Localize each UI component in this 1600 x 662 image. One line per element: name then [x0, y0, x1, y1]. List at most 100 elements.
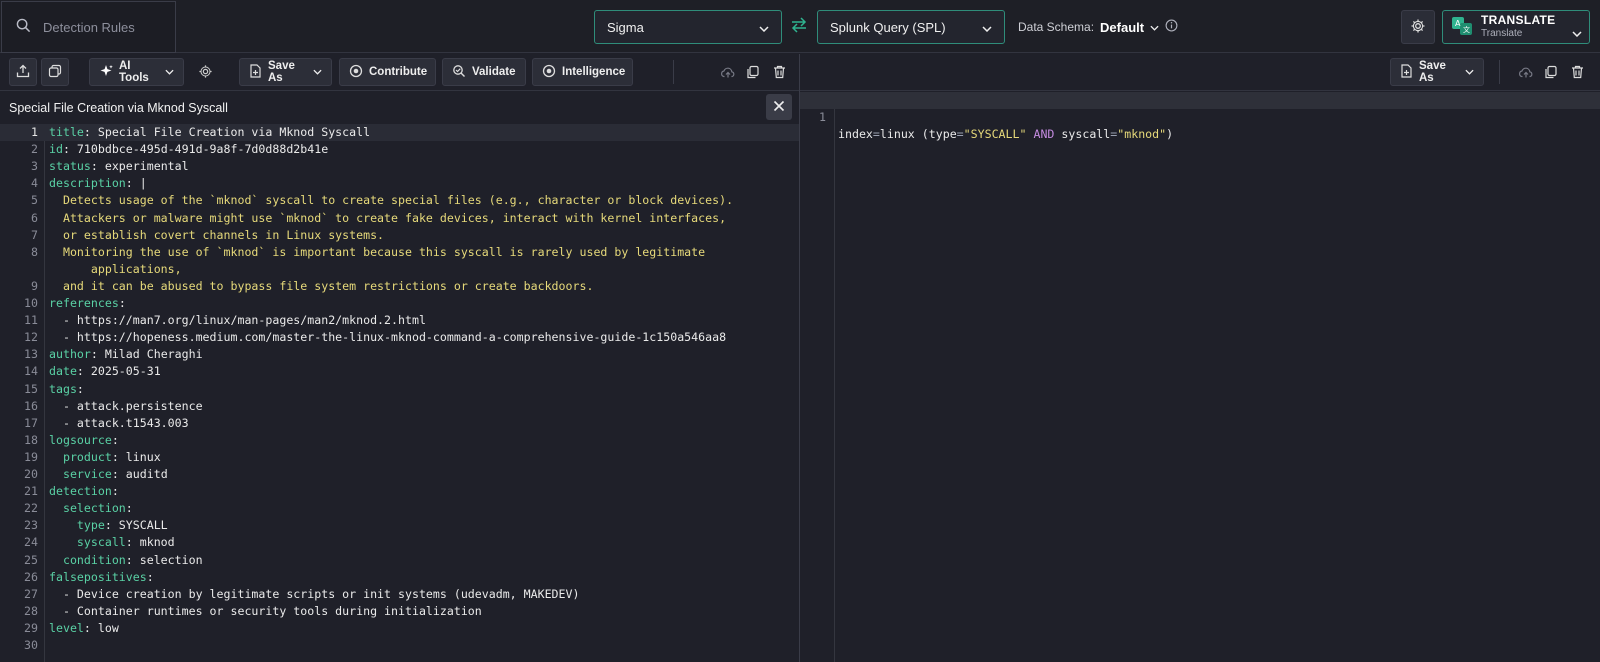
gear-icon	[1410, 18, 1426, 37]
source-language-select[interactable]: Sigma	[594, 10, 782, 44]
yaml-key: detection	[49, 484, 112, 499]
code-line: 12 - https://hopeness.medium.com/master-…	[0, 329, 799, 346]
code-line: 8 Monitoring the use of `mknod` is impor…	[0, 244, 799, 261]
delete-button[interactable]	[770, 64, 788, 82]
ai-tools-button[interactable]: AI Tools	[89, 58, 184, 86]
chevron-down-icon[interactable]	[1572, 25, 1582, 40]
code-line: applications,	[0, 261, 799, 278]
copy-icon	[746, 65, 760, 82]
chevron-down-icon	[1465, 66, 1474, 78]
line-number: 30	[24, 638, 38, 652]
output-delete-button[interactable]	[1568, 64, 1586, 82]
yaml-value: Detects usage of the `mknod` syscall to …	[49, 193, 734, 208]
source-code-editor[interactable]: 1 title: Special File Creation via Mknod …	[0, 124, 799, 662]
line-number: 27	[24, 586, 38, 601]
line-code: tags:	[49, 381, 84, 398]
line-code: syscall: mknod	[49, 534, 175, 551]
line-code: type: SYSCALL	[49, 517, 168, 534]
line-code: condition: selection	[49, 552, 203, 569]
validate-label: Validate	[472, 66, 516, 78]
trash-icon	[1571, 65, 1584, 82]
gear-icon	[198, 64, 213, 82]
file-plus-icon	[1400, 63, 1413, 81]
line-code: index=linux (type="SYSCALL" AND syscall=…	[838, 126, 1173, 143]
line-code: - Device creation by legitimate scripts …	[49, 586, 580, 603]
output-save-as-button[interactable]: Save As	[1390, 58, 1484, 86]
code-line: 11 - https://man7.org/linux/man-pages/ma…	[0, 312, 799, 329]
ai-settings-button[interactable]	[196, 64, 214, 82]
line-code: - Container runtimes or security tools d…	[49, 603, 482, 620]
ai-tools-label: AI Tools	[119, 60, 149, 84]
close-icon	[773, 100, 785, 115]
line-number: 22	[24, 501, 38, 516]
output-copy-button[interactable]	[1542, 64, 1560, 82]
yaml-value: Monitoring the use of `mknod` is importa…	[49, 244, 706, 259]
swap-icon[interactable]	[789, 17, 809, 38]
query-token: AND	[1033, 127, 1055, 141]
line-number: 29	[24, 620, 38, 635]
yaml-value: - https://man7.org/linux/man-pages/man2/…	[49, 313, 426, 328]
output-cloud-upload-button[interactable]	[1517, 64, 1535, 82]
query-token: syscall	[1054, 127, 1111, 141]
line-number: 2	[31, 142, 38, 157]
data-schema-selector[interactable]: Data Schema: Default	[1018, 19, 1178, 35]
line-number: 13	[24, 347, 38, 362]
yaml-value: :	[146, 569, 154, 584]
line-code: - https://man7.org/linux/man-pages/man2/…	[49, 312, 426, 329]
settings-button[interactable]	[1401, 10, 1435, 44]
output-code-editor[interactable]: 1 index=linux (type="SYSCALL" AND syscal…	[800, 92, 1600, 662]
code-line: 4 description: |	[0, 175, 799, 192]
translate-subtitle: Translate	[1481, 28, 1523, 39]
yaml-value: : |	[125, 176, 147, 191]
validate-button[interactable]: Validate	[442, 58, 526, 86]
code-line: 20 service: auditd	[0, 466, 799, 483]
svg-text:文: 文	[1463, 25, 1470, 34]
line-code: - attack.persistence	[49, 398, 203, 415]
yaml-value: : 2025-05-31	[76, 364, 161, 379]
translate-title: TRANSLATE	[1481, 13, 1556, 27]
line-code: date: 2025-05-31	[49, 363, 161, 380]
toolbar-divider	[1499, 60, 1500, 84]
line-number: 6	[31, 210, 38, 225]
stack-icon	[48, 64, 62, 81]
code-line: 29 level: low	[0, 620, 799, 637]
yaml-value: :	[76, 381, 84, 396]
close-button[interactable]	[766, 94, 792, 120]
line-code: selection:	[49, 500, 133, 517]
code-line: 10 references:	[0, 295, 799, 312]
target-language-select[interactable]: Splunk Query (SPL)	[817, 10, 1005, 44]
save-as-button[interactable]: Save As	[239, 58, 332, 86]
line-number: 25	[24, 552, 38, 567]
yaml-value: - Device creation by legitimate scripts …	[49, 586, 580, 601]
line-code: Detects usage of the `mknod` syscall to …	[49, 192, 733, 209]
line-number: 26	[24, 569, 38, 584]
yaml-value: applications,	[49, 261, 182, 276]
search-input[interactable]: Detection Rules	[1, 1, 176, 53]
line-number: 20	[24, 467, 38, 481]
code-line: 22 selection:	[0, 500, 799, 517]
code-line: 15 tags:	[0, 381, 799, 398]
yaml-value: : 710bdbce-495d-491d-9a8f-7d0d88d2b41e	[62, 142, 329, 157]
line-number: 5	[31, 193, 38, 208]
yaml-key: type	[49, 518, 105, 533]
contribute-button[interactable]: Contribute	[339, 58, 436, 86]
upload-button[interactable]	[9, 58, 37, 86]
line-number: 9	[31, 278, 38, 293]
query-token: =	[872, 127, 880, 141]
translate-button[interactable]: A文 TRANSLATE Translate	[1442, 10, 1590, 44]
sparkle-icon	[99, 64, 113, 81]
cloud-upload-button[interactable]	[719, 64, 737, 82]
yaml-value: and it can be abused to bypass file syst…	[49, 278, 594, 293]
line-code: level: low	[49, 620, 119, 637]
intelligence-button[interactable]: Intelligence	[532, 58, 633, 86]
yaml-key: id	[49, 142, 63, 157]
line-code: description: |	[49, 175, 147, 192]
line-code: falsepositives:	[49, 569, 154, 586]
copy-button[interactable]	[744, 64, 762, 82]
line-code: Attackers or malware might use `mknod` t…	[49, 210, 726, 227]
yaml-value: - https://hopeness.medium.com/master-the…	[49, 330, 727, 345]
line-number: 19	[24, 449, 38, 464]
copy-rules-button[interactable]	[41, 58, 69, 86]
file-plus-icon	[249, 63, 262, 81]
info-icon[interactable]	[1165, 19, 1178, 35]
